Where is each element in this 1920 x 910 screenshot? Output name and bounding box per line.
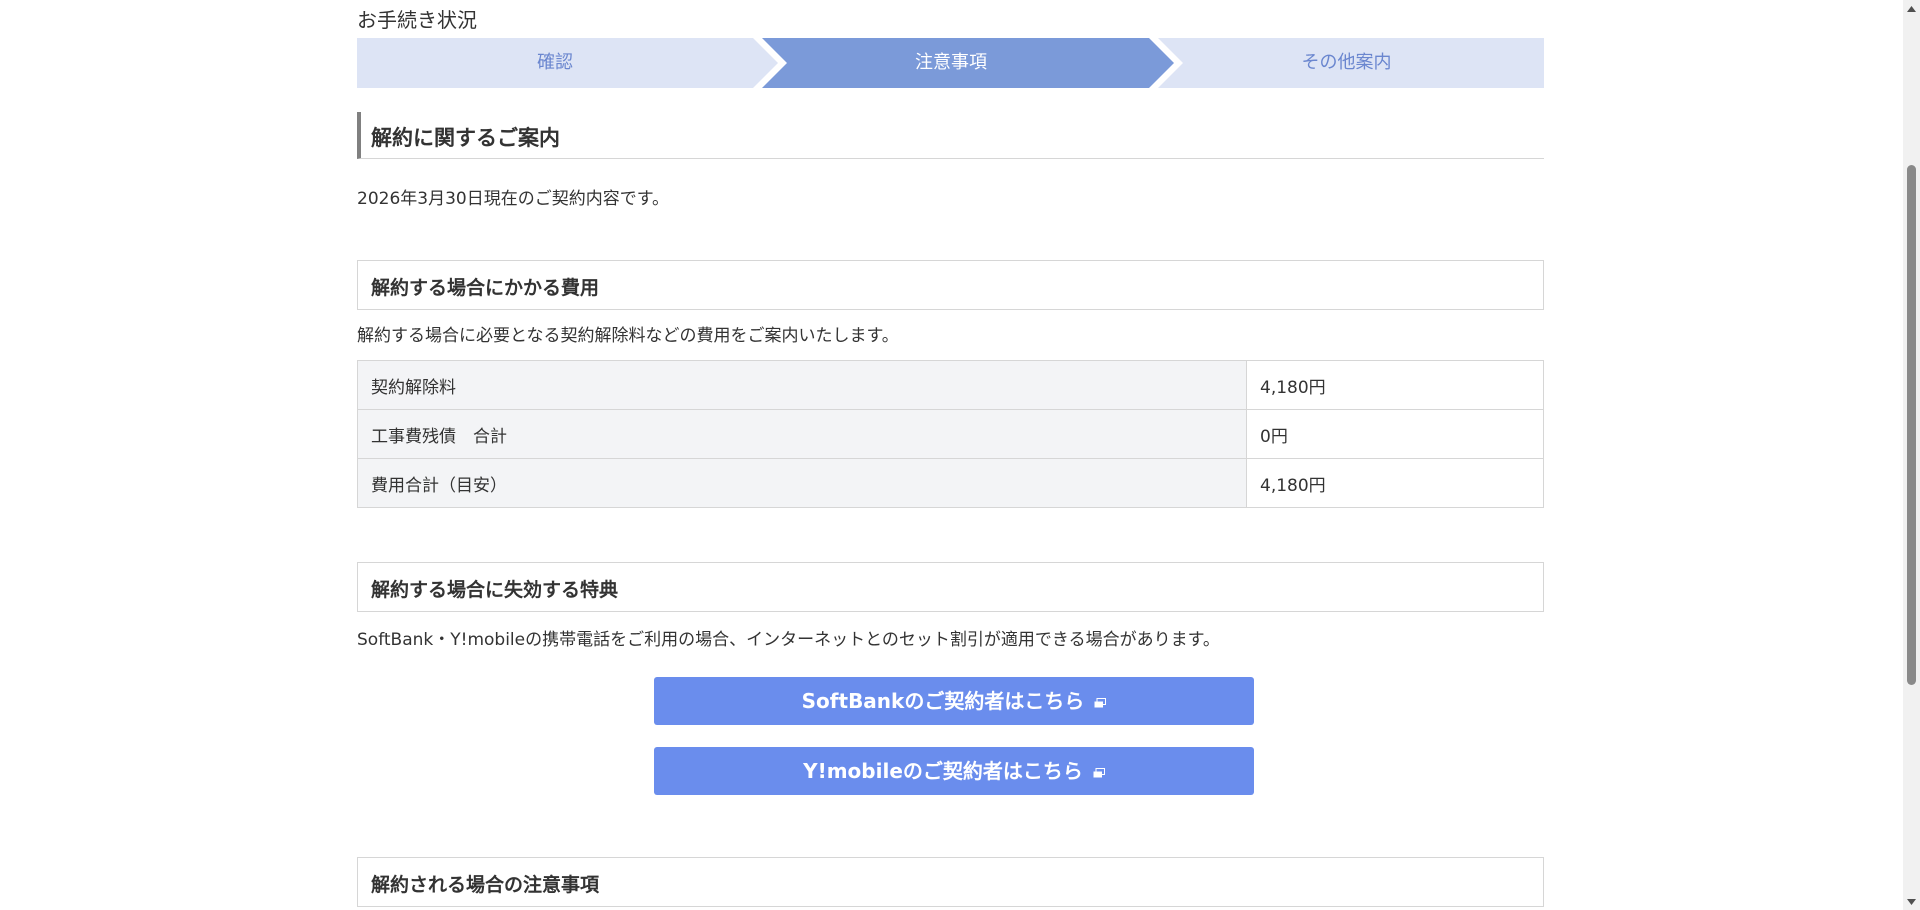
step-other-info: その他案内	[1301, 52, 1392, 73]
external-link-icon	[1094, 677, 1107, 725]
page-heading-text: 解約に関するご案内	[371, 126, 560, 150]
page-heading: 解約に関するご案内	[357, 112, 1544, 159]
ymobile-contractor-button[interactable]: Y!mobileのご契約者はこちら	[654, 747, 1254, 795]
scroll-down-arrow-icon[interactable]	[1903, 893, 1920, 910]
table-row: 工事費残債 合計 0円	[357, 409, 1544, 459]
fee-value-construction: 0円	[1246, 409, 1544, 459]
notice-section-heading-text: 解約される場合の注意事項	[371, 874, 600, 896]
benefit-description: SoftBank・Y!mobileの携帯電話をご利用の場合、インターネットとのセ…	[357, 630, 1220, 650]
vertical-scrollbar[interactable]	[1903, 0, 1920, 910]
page: お手続き状況 確認 注意事項 その他案内 解約に関するご案内 2026年3月30…	[0, 0, 1920, 910]
notice-section-heading: 解約される場合の注意事項	[357, 857, 1544, 907]
progress-title: お手続き状況	[357, 8, 477, 32]
external-link-icon	[1093, 747, 1105, 795]
fee-section-heading-text: 解約する場合にかかる費用	[371, 277, 600, 299]
contract-date-text: 2026年3月30日現在のご契約内容です。	[357, 189, 670, 209]
fee-section-heading: 解約する場合にかかる費用	[357, 260, 1544, 310]
progress-stepper: 確認 注意事項 その他案内	[357, 38, 1544, 88]
fee-value-total: 4,180円	[1246, 458, 1544, 508]
step-confirm: 確認	[537, 52, 573, 73]
fee-value-cancellation: 4,180円	[1246, 360, 1544, 410]
scroll-up-arrow-icon[interactable]	[1903, 0, 1920, 17]
scrollbar-thumb[interactable]	[1907, 165, 1916, 685]
ymobile-button-label: Y!mobileのご契約者はこちら	[803, 759, 1083, 783]
softbank-contractor-button[interactable]: SoftBankのご契約者はこちら	[654, 677, 1254, 725]
step-notes: 注意事項	[915, 52, 987, 73]
softbank-button-label: SoftBankのご契約者はこちら	[801, 689, 1085, 713]
benefit-section-heading-text: 解約する場合に失効する特典	[371, 579, 619, 601]
fee-description: 解約する場合に必要となる契約解除料などの費用をご案内いたします。	[357, 326, 899, 346]
benefit-section-heading: 解約する場合に失効する特典	[357, 562, 1544, 612]
table-row: 費用合計（目安） 4,180円	[357, 458, 1544, 508]
fee-label-cancellation: 契約解除料	[357, 360, 1247, 410]
fee-label-total: 費用合計（目安）	[357, 458, 1247, 508]
fee-table: 契約解除料 4,180円 工事費残債 合計 0円 費用合計（目安） 4,180円	[357, 360, 1544, 508]
fee-label-construction: 工事費残債 合計	[357, 409, 1247, 459]
table-row: 契約解除料 4,180円	[357, 360, 1544, 410]
